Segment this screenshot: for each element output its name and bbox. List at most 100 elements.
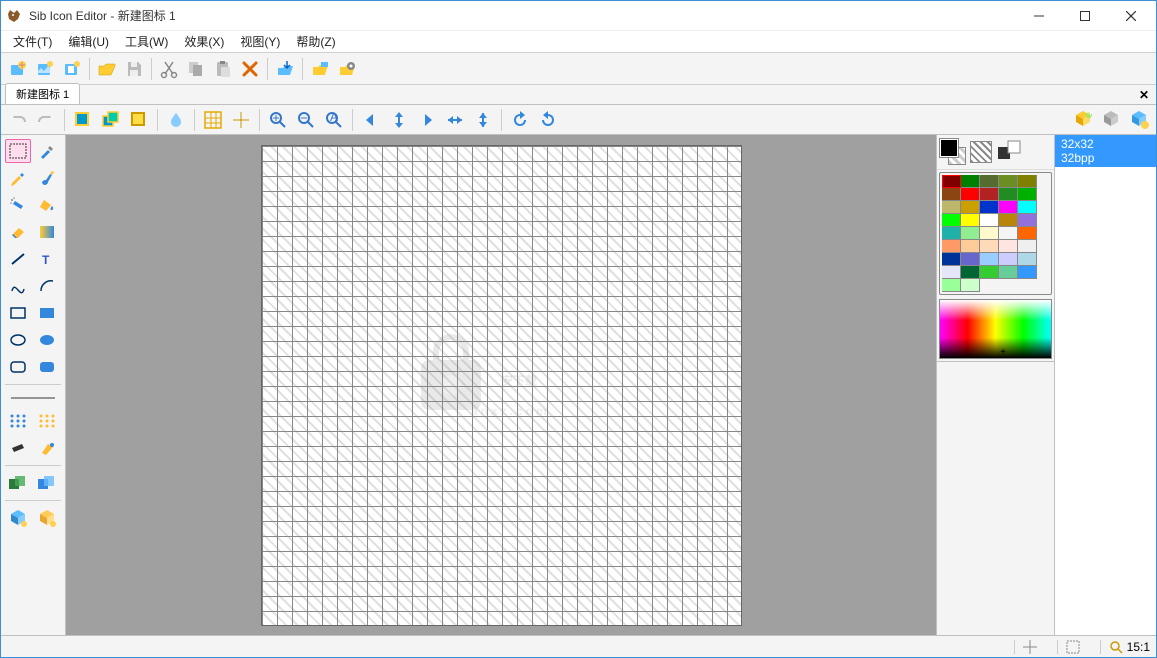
color-swatch[interactable]: [999, 188, 1018, 201]
color-swatch[interactable]: [999, 253, 1018, 266]
arc-tool[interactable]: [34, 274, 60, 298]
color-swatch[interactable]: [942, 188, 961, 201]
color-swatch[interactable]: [961, 266, 980, 279]
pencil-tool[interactable]: [5, 166, 31, 190]
ellipse-outline-tool[interactable]: [5, 328, 31, 352]
rotate-left-button[interactable]: [507, 107, 533, 133]
color-swatch[interactable]: [942, 214, 961, 227]
select-tool[interactable]: [5, 139, 31, 163]
cut-button[interactable]: [156, 56, 182, 82]
color-swatch[interactable]: [1018, 175, 1037, 188]
color-swatch[interactable]: [999, 227, 1018, 240]
color-swatch[interactable]: [999, 214, 1018, 227]
color-swatch[interactable]: [1018, 227, 1037, 240]
color-swatch[interactable]: [980, 175, 999, 188]
rounded-rect-outline-tool[interactable]: [5, 355, 31, 379]
copy-button[interactable]: [183, 56, 209, 82]
eraser-tool[interactable]: [5, 220, 31, 244]
fill-tool[interactable]: [34, 193, 60, 217]
open-button[interactable]: [94, 56, 120, 82]
flip-horizontal-button[interactable]: [442, 107, 468, 133]
swap-colors-icon[interactable]: [996, 139, 1026, 165]
color-swatch[interactable]: [1018, 253, 1037, 266]
move-right-button[interactable]: [414, 107, 440, 133]
maximize-button[interactable]: [1062, 1, 1108, 31]
zoom-out-button[interactable]: [293, 107, 319, 133]
color-swatch[interactable]: [961, 201, 980, 214]
water-drop-button[interactable]: [163, 107, 189, 133]
hatch-swatch[interactable]: [970, 141, 992, 163]
color-swatch[interactable]: [942, 253, 961, 266]
color-swatch[interactable]: [999, 240, 1018, 253]
paste-button[interactable]: [210, 56, 236, 82]
brush-tool[interactable]: [34, 166, 60, 190]
pixel-canvas[interactable]: 安下载 anxz.com: [261, 145, 742, 626]
new-cursor-button[interactable]: [59, 56, 85, 82]
minimize-button[interactable]: [1016, 1, 1062, 31]
color-swatch[interactable]: [942, 279, 961, 292]
export-image-button[interactable]: [1126, 107, 1152, 133]
color-swatch[interactable]: [999, 201, 1018, 214]
menu-tools[interactable]: 工具(W): [117, 31, 176, 52]
color-swatch[interactable]: [942, 240, 961, 253]
color-swatch[interactable]: [980, 227, 999, 240]
color-gradient-picker[interactable]: [939, 299, 1052, 359]
move-left-button[interactable]: [358, 107, 384, 133]
menu-effects[interactable]: 效果(X): [176, 31, 232, 52]
redo-button[interactable]: [33, 107, 59, 133]
foreground-background-color[interactable]: [940, 139, 966, 165]
color-swatch[interactable]: [942, 266, 961, 279]
zoom-actual-button[interactable]: A: [321, 107, 347, 133]
color-swatch[interactable]: [1018, 240, 1037, 253]
sharpen-tool[interactable]: [34, 436, 60, 460]
line-tool[interactable]: [5, 247, 31, 271]
color-swatch[interactable]: [980, 253, 999, 266]
close-all-tabs-button[interactable]: ✕: [1136, 87, 1152, 103]
color-swatch[interactable]: [961, 253, 980, 266]
color-swatch[interactable]: [1018, 201, 1037, 214]
color-swatch[interactable]: [942, 201, 961, 214]
color-swatch[interactable]: [942, 175, 961, 188]
curve-tool[interactable]: [5, 274, 31, 298]
smudge-tool[interactable]: [5, 436, 31, 460]
settings-button[interactable]: [334, 56, 360, 82]
pattern-tool-2[interactable]: [34, 409, 60, 433]
pattern-tool-1[interactable]: [5, 409, 31, 433]
menu-view[interactable]: 视图(Y): [232, 31, 288, 52]
color-swatch[interactable]: [961, 227, 980, 240]
format-list-item[interactable]: 32x32 32bpp: [1055, 135, 1156, 167]
rotate-right-button[interactable]: [535, 107, 561, 133]
layer-button-3[interactable]: [126, 107, 152, 133]
download-button[interactable]: [272, 56, 298, 82]
save-button[interactable]: [121, 56, 147, 82]
rectangle-outline-tool[interactable]: [5, 301, 31, 325]
color-swatch[interactable]: [999, 175, 1018, 188]
color-swatch[interactable]: [961, 188, 980, 201]
text-tool[interactable]: T: [34, 247, 60, 271]
line-weight-selector[interactable]: [5, 390, 61, 406]
menu-file[interactable]: 文件(T): [5, 31, 60, 52]
add-image-button[interactable]: +: [1070, 107, 1096, 133]
color-swatch[interactable]: [961, 214, 980, 227]
document-tab[interactable]: 新建图标 1: [5, 83, 80, 104]
undo-button[interactable]: [5, 107, 31, 133]
color-swatch[interactable]: [980, 214, 999, 227]
center-button[interactable]: [228, 107, 254, 133]
color-swatch[interactable]: [999, 266, 1018, 279]
rectangle-fill-tool[interactable]: [34, 301, 60, 325]
grid-toggle-button[interactable]: [200, 107, 226, 133]
color-swatch[interactable]: [980, 188, 999, 201]
new-icon-button[interactable]: [5, 56, 31, 82]
rounded-rect-fill-tool[interactable]: [34, 355, 60, 379]
replace-image-button[interactable]: [1098, 107, 1124, 133]
color-swatch[interactable]: [980, 201, 999, 214]
ellipse-fill-tool[interactable]: [34, 328, 60, 352]
gradient-tool[interactable]: [34, 220, 60, 244]
color-swatch[interactable]: [942, 227, 961, 240]
color-swatch[interactable]: [961, 240, 980, 253]
color-swatch[interactable]: [961, 279, 980, 292]
flip-vertical-button[interactable]: [470, 107, 496, 133]
zoom-in-button[interactable]: [265, 107, 291, 133]
new-image-button[interactable]: [32, 56, 58, 82]
color-swatch[interactable]: [980, 240, 999, 253]
